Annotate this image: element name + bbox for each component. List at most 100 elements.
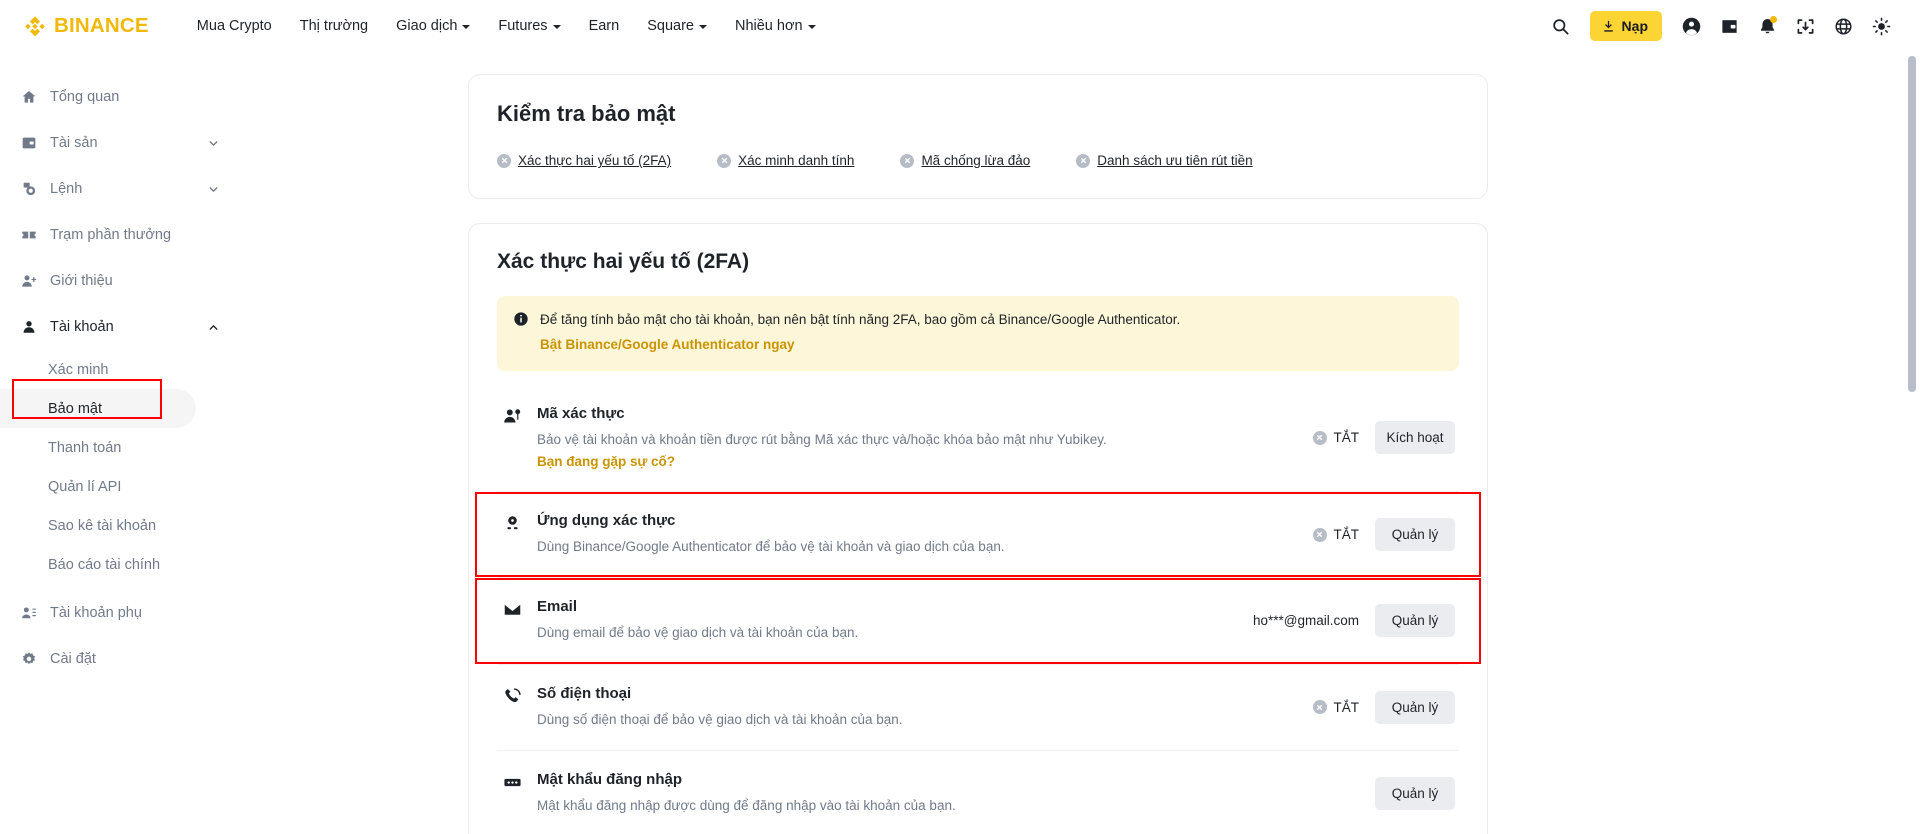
- manage-button-password[interactable]: Quản lý: [1375, 776, 1455, 810]
- password-icon: [501, 773, 523, 792]
- top-header: BINANCE Mua Crypto Thị trường Giao dịch …: [0, 0, 1920, 52]
- row-title: Số điện thoại: [537, 684, 632, 702]
- nav-item-nhieu-hon[interactable]: Nhiều hơn: [721, 12, 830, 40]
- search-icon[interactable]: [1544, 9, 1578, 43]
- nav-label: Earn: [588, 18, 620, 34]
- sidebar-item-sao-ke-tai-khoan[interactable]: Sao kê tài khoản: [0, 506, 196, 545]
- brand-name: BINANCE: [54, 14, 149, 37]
- security-row-password: Mật khẩu đăng nhập Mật khẩu đăng nhập đư…: [497, 749, 1459, 834]
- transfer-icon[interactable]: [1788, 9, 1822, 43]
- sidebar-item-label: Tổng quan: [50, 89, 120, 105]
- sidebar-item-label: Giới thiệu: [50, 273, 113, 289]
- nav-label: Mua Crypto: [196, 18, 272, 34]
- nav-item-earn[interactable]: Earn: [575, 12, 634, 40]
- sidebar-item-tai-san[interactable]: Tài sản: [0, 120, 240, 166]
- manage-button-authenticator-app[interactable]: Quản lý: [1375, 518, 1455, 552]
- security-row-email: Email Dùng email để bảo vệ giao dịch và …: [475, 577, 1481, 664]
- x-circle-icon: [497, 153, 511, 168]
- activate-button-passkey[interactable]: Kích hoạt: [1375, 421, 1455, 455]
- security-row-phone: Số điện thoại Dùng số điện thoại để bảo …: [497, 663, 1459, 750]
- sidebar-item-label: Trạm phần thưởng: [50, 227, 172, 243]
- sidebar-item-quan-li-api[interactable]: Quản lí API: [0, 467, 196, 506]
- deposit-label: Nạp: [1621, 18, 1648, 34]
- sidebar-item-gioi-thieu[interactable]: Giới thiệu: [0, 258, 240, 304]
- status-label: TẮT: [1333, 527, 1360, 543]
- troubleshoot-link[interactable]: Bạn đang gặp sự cố?: [537, 454, 675, 469]
- notification-bell-icon[interactable]: [1750, 9, 1784, 43]
- sidebar-item-lenh[interactable]: Lệnh: [0, 166, 240, 212]
- chevron-down-icon: [206, 182, 220, 196]
- row-description: Mật khẩu đăng nhập được dùng để đăng nhậ…: [537, 797, 956, 813]
- sidebar-item-tong-quan[interactable]: Tổng quan: [0, 74, 240, 120]
- nav-item-giao-dich[interactable]: Giao dịch: [382, 12, 484, 40]
- status-badge-off: TẮT: [1312, 699, 1360, 715]
- nav-item-mua-crypto[interactable]: Mua Crypto: [183, 12, 286, 40]
- main-nav: Mua Crypto Thị trường Giao dịch Futures …: [183, 12, 830, 40]
- nav-item-futures[interactable]: Futures: [484, 12, 574, 40]
- info-icon: [513, 311, 529, 356]
- ticket-icon: [20, 226, 38, 244]
- sidebar-item-thanh-toan[interactable]: Thanh toán: [0, 428, 196, 467]
- sidebar-subitem-label: Thanh toán: [48, 439, 122, 456]
- nav-label: Square: [647, 18, 694, 34]
- link-label: Danh sách ưu tiên rút tiền: [1097, 153, 1253, 168]
- wallet-icon[interactable]: [1712, 9, 1746, 43]
- sidebar-item-label: Tài khoản: [50, 319, 114, 335]
- scrollbar-thumb[interactable]: [1908, 56, 1916, 392]
- link-label: Xác minh danh tính: [738, 153, 855, 168]
- notice-text: Để tăng tính bảo mật cho tài khoản, bạn …: [540, 312, 1181, 327]
- row-title: Mã xác thực: [537, 404, 625, 422]
- page-scrollbar[interactable]: [1908, 52, 1916, 834]
- two-factor-card: Xác thực hai yếu tố (2FA) Để tăng tính b…: [468, 223, 1488, 834]
- page-title: Kiểm tra bảo mật: [497, 101, 676, 126]
- status-label: TẮT: [1333, 430, 1360, 446]
- x-circle-icon: [717, 153, 732, 168]
- profile-icon[interactable]: [1674, 9, 1708, 43]
- sidebar-item-label: Cài đặt: [50, 651, 96, 667]
- language-globe-icon[interactable]: [1826, 9, 1860, 43]
- chevron-down-icon: [206, 136, 220, 150]
- sidebar-item-bao-mat[interactable]: Bảo mật: [0, 389, 196, 428]
- sidebar-subitem-label: Báo cáo tài chính: [48, 556, 161, 573]
- manage-button-phone[interactable]: Quản lý: [1375, 690, 1455, 724]
- security-check-link-identity[interactable]: Xác minh danh tính: [717, 153, 854, 168]
- security-check-link-2fa[interactable]: Xác thực hai yếu tố (2FA): [497, 153, 671, 168]
- sidebar-item-tai-khoan[interactable]: Tài khoản: [0, 304, 240, 350]
- users-icon: [20, 604, 38, 622]
- section-title-2fa: Xác thực hai yếu tố (2FA): [497, 250, 750, 273]
- security-check-link-antiphishing[interactable]: Mã chống lừa đảo: [900, 153, 1030, 168]
- sidebar-item-bao-cao-tai-chinh[interactable]: Báo cáo tài chính: [0, 545, 196, 584]
- nav-item-square[interactable]: Square: [633, 12, 721, 40]
- sidebar: Tổng quan Tài sản Lệnh Trạm phần thưởng …: [0, 52, 240, 834]
- sidebar-item-cai-dat[interactable]: Cài đặt: [0, 636, 240, 682]
- x-circle-icon: [900, 153, 915, 168]
- user-icon: [20, 318, 38, 336]
- security-row-authenticator-app: Ứng dụng xác thực Dùng Binance/Google Au…: [475, 491, 1481, 578]
- deposit-button[interactable]: Nạp: [1589, 11, 1662, 41]
- link-label: Xác thực hai yếu tố (2FA): [518, 153, 672, 168]
- x-circle-icon: [1312, 527, 1327, 542]
- sidebar-item-label: Tài sản: [50, 135, 98, 151]
- manage-button-email[interactable]: Quản lý: [1375, 604, 1455, 638]
- theme-icon[interactable]: [1864, 9, 1898, 43]
- email-value: ho***@gmail.com: [1253, 613, 1359, 629]
- sidebar-subitem-label: Quản lí API: [48, 478, 122, 495]
- sidebar-subitem-label: Bảo mật: [48, 400, 102, 417]
- page-layout: Tổng quan Tài sản Lệnh Trạm phần thưởng …: [0, 52, 1920, 834]
- nav-item-thi-truong[interactable]: Thị trường: [286, 12, 382, 40]
- status-badge-off: TẮT: [1312, 527, 1360, 543]
- enable-authenticator-link[interactable]: Bật Binance/Google Authenticator ngay: [540, 335, 1180, 356]
- sidebar-item-xac-minh[interactable]: Xác minh: [0, 350, 196, 389]
- x-circle-icon: [1076, 153, 1091, 168]
- status-label: TẮT: [1333, 699, 1360, 715]
- row-title: Mật khẩu đăng nhập: [537, 770, 683, 788]
- security-check-link-withdraw-whitelist[interactable]: Danh sách ưu tiên rút tiền: [1076, 153, 1253, 168]
- chevron-down-icon: [807, 25, 816, 29]
- sidebar-item-tai-khoan-phu[interactable]: Tài khoản phụ: [0, 590, 240, 636]
- main-content: Kiểm tra bảo mật Xác thực hai yếu tố (2F…: [240, 52, 1920, 834]
- binance-logo[interactable]: BINANCE: [22, 13, 149, 39]
- sidebar-item-tram-phan-thuong[interactable]: Trạm phần thưởng: [0, 212, 240, 258]
- chevron-up-icon: [206, 320, 220, 334]
- home-icon: [20, 88, 38, 106]
- link-label: Mã chống lừa đảo: [921, 153, 1031, 168]
